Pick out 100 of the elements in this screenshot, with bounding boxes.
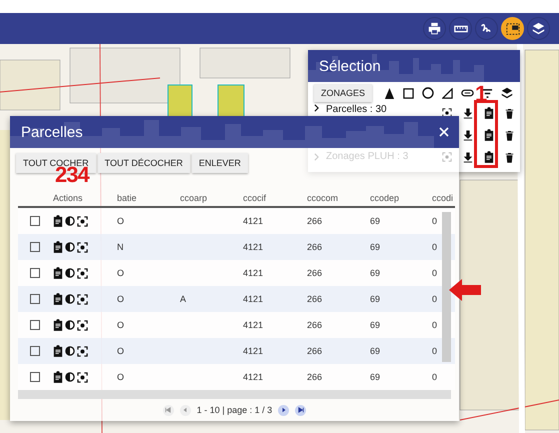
horizontal-scrollbar[interactable] [18, 390, 451, 399]
contrast-icon[interactable] [64, 267, 76, 279]
download-icon[interactable] [463, 108, 473, 118]
row-checkbox[interactable] [30, 294, 40, 304]
focus-icon[interactable] [77, 294, 88, 304]
page-info: 1 - 10 | page : 1 / 3 [196, 405, 272, 415]
trash-icon[interactable] [505, 108, 514, 118]
clipboard-icon[interactable] [484, 107, 494, 119]
pointer-icon[interactable] [384, 88, 396, 98]
focus-icon[interactable] [77, 216, 88, 226]
clipboard-icon[interactable] [53, 293, 63, 305]
next-page-button[interactable] [278, 404, 290, 416]
panel-title: Parcelles [21, 124, 83, 140]
clipboard-icon[interactable] [53, 371, 63, 383]
last-page-button[interactable] [295, 404, 306, 416]
select-tool-button[interactable] [501, 17, 524, 40]
table-cell-text: 0 [432, 346, 438, 356]
table-cell-text: 69 [370, 242, 382, 252]
circle-icon[interactable] [422, 87, 434, 99]
column-header[interactable]: batie [117, 193, 180, 203]
table-cell-text: 266 [307, 372, 324, 382]
focus-icon[interactable] [77, 346, 88, 356]
table-cell-text: A [180, 294, 188, 304]
table-cell-text: 4121 [243, 320, 264, 330]
table-cell-text: N [117, 242, 124, 252]
draw-tool-button[interactable] [475, 17, 498, 40]
table-cell-text: 4121 [243, 216, 264, 226]
table-cell-text: 4121 [243, 242, 264, 252]
highlight-frame [474, 100, 498, 168]
action-button[interactable]: ENLEVER [192, 153, 248, 173]
previous-page-button[interactable] [180, 404, 191, 416]
table-cell-text: O [117, 216, 126, 226]
next-page-icon [280, 407, 287, 413]
table-cell-text: 69 [370, 346, 382, 356]
layers-icon [532, 22, 545, 35]
clipboard-icon[interactable] [53, 267, 63, 279]
first-page-button[interactable] [162, 404, 174, 416]
table-cell-text: 4121 [243, 294, 264, 304]
table-cell-text: 69 [370, 320, 382, 330]
link-icon[interactable] [461, 89, 474, 97]
chevron-icon[interactable] [314, 104, 319, 112]
print-tool-button[interactable] [423, 17, 446, 40]
column-header[interactable]: Actions [53, 193, 117, 203]
vertical-scrollbar[interactable] [442, 212, 451, 362]
contrast-icon[interactable] [64, 293, 76, 305]
clipboard-icon[interactable] [484, 151, 494, 163]
row-checkbox[interactable] [30, 372, 40, 382]
square-icon[interactable] [403, 88, 414, 98]
table-cell-text: 266 [307, 346, 324, 356]
trash-icon[interactable] [505, 152, 514, 162]
row-checkbox[interactable] [30, 216, 40, 226]
previous-page-icon [182, 407, 188, 413]
squiggle-icon [480, 22, 493, 35]
contrast-icon[interactable] [64, 241, 76, 253]
column-header[interactable]: ccodep [370, 193, 432, 203]
action-button[interactable]: TOUT DÉCOCHER [98, 153, 190, 173]
panel-title: Sélection [319, 58, 381, 74]
clipboard-icon[interactable] [484, 129, 494, 141]
column-header[interactable]: ccocom [307, 193, 370, 203]
zonages-button[interactable]: ZONAGES [314, 84, 372, 102]
contrast-icon[interactable] [64, 215, 76, 227]
arrow-icon [449, 279, 481, 301]
column-header[interactable]: ccoarp [180, 193, 243, 203]
table-cell-text: 0 [432, 242, 438, 252]
row-checkbox[interactable] [30, 268, 40, 278]
table-cell-text: 69 [370, 268, 382, 278]
download-icon[interactable] [463, 130, 473, 140]
close-icon[interactable] [439, 127, 449, 137]
column-header[interactable]: ccocif [243, 193, 307, 203]
row-checkbox[interactable] [30, 320, 40, 330]
clipboard-icon[interactable] [53, 319, 63, 331]
focus-icon[interactable] [77, 268, 88, 278]
table-cell-text: 0 [432, 268, 438, 278]
row-checkbox[interactable] [30, 242, 40, 252]
clipboard-icon[interactable] [53, 241, 63, 253]
table-cell-text: 69 [370, 216, 382, 226]
contrast-icon[interactable] [64, 319, 76, 331]
clipboard-icon[interactable] [53, 345, 63, 357]
table-cell-text: 0 [432, 294, 438, 304]
contrast-icon[interactable] [64, 345, 76, 357]
row-checkbox[interactable] [30, 346, 40, 356]
clipboard-icon[interactable] [53, 215, 63, 227]
selection-icon [506, 22, 520, 36]
contrast-icon[interactable] [64, 371, 76, 383]
layer-label[interactable]: Parcelles : 30 [326, 104, 431, 116]
download-icon[interactable] [463, 152, 473, 162]
trash-icon[interactable] [505, 130, 514, 140]
column-header[interactable]: ccodi [432, 193, 455, 203]
layers-tool-button[interactable] [527, 17, 550, 40]
table-cell-text: 4121 [243, 268, 264, 278]
table-cell-text: 4121 [243, 372, 264, 382]
triangle-icon[interactable] [442, 88, 454, 98]
focus-icon[interactable] [77, 320, 88, 330]
focus-icon[interactable] [77, 372, 88, 382]
table-cell-text: 0 [432, 320, 438, 330]
focus-icon[interactable] [77, 242, 88, 252]
ruler-tool-button[interactable] [449, 17, 472, 40]
table-cell-text: 266 [307, 294, 324, 304]
layers-icon[interactable] [501, 87, 514, 99]
table-cell-text: 0 [432, 216, 438, 226]
